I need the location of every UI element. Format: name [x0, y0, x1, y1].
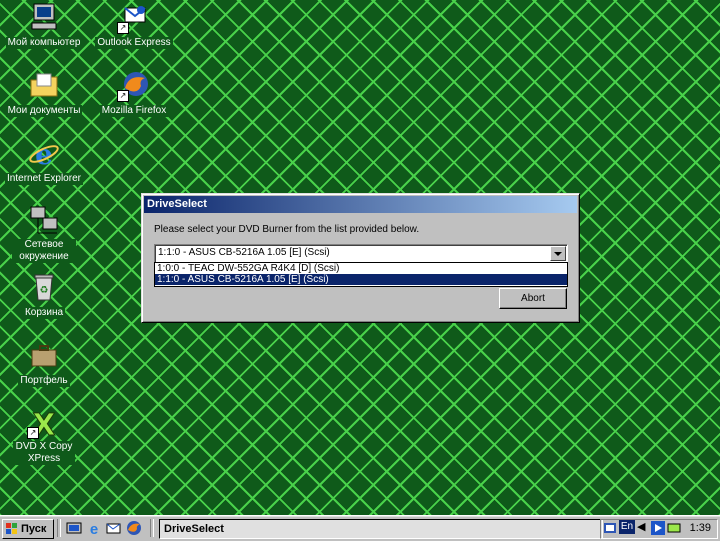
tray-app-icon[interactable]: [603, 521, 617, 535]
start-label: Пуск: [21, 523, 47, 535]
dialog-title: DriveSelect: [147, 198, 207, 210]
internet-explorer-icon[interactable]: e: [86, 520, 102, 536]
shortcut-arrow-icon: ↗: [117, 90, 129, 102]
desktop-icon-outlook-express[interactable]: ↗ Outlook Express: [90, 2, 178, 49]
firefox-icon: ↗: [117, 70, 151, 102]
chevron-down-icon: [554, 252, 562, 256]
desktop-icon-internet-explorer[interactable]: e Internet Explorer: [0, 138, 88, 185]
system-tray: En ◀ 1:39: [600, 519, 718, 539]
desktop-icon-network[interactable]: Сетевое окружение: [0, 205, 88, 263]
dvd-burner-dropdown-list: 1:0:0 - TEAC DW-552GA R4K4 [D] (Scsi) 1:…: [154, 262, 568, 287]
desktop-icon-my-computer[interactable]: Мой компьютер: [0, 2, 88, 49]
taskbar-separator: [57, 519, 61, 537]
firefox-icon[interactable]: [126, 520, 142, 536]
driveselect-dialog: DriveSelect Please select your DVD Burne…: [141, 193, 580, 323]
desktop-icon-dvd-x-copy[interactable]: X ↗ DVD X Copy XPress: [0, 407, 88, 465]
show-desktop-icon[interactable]: [66, 520, 82, 536]
dialog-prompt: Please select your DVD Burner from the l…: [154, 224, 420, 235]
svg-text:e: e: [90, 521, 98, 536]
my-documents-icon: [27, 70, 61, 102]
dropdown-option-teac[interactable]: 1:0:0 - TEAC DW-552GA R4K4 [D] (Scsi): [155, 263, 567, 274]
briefcase-icon: [27, 340, 61, 372]
media-player-icon[interactable]: [651, 521, 665, 535]
internet-explorer-icon: e: [27, 138, 61, 171]
desktop-icon-my-documents[interactable]: Мои документы: [0, 70, 88, 117]
shortcut-arrow-icon: ↗: [27, 427, 39, 439]
desktop-icon-firefox[interactable]: ↗ Mozilla Firefox: [90, 70, 178, 117]
network-icon: [27, 205, 61, 237]
my-computer-icon: [27, 2, 61, 34]
desktop-icon-recycle-bin[interactable]: ♻ Корзина: [0, 272, 88, 319]
taskbar: Пуск e DriveSelect En ◀ 1:39: [0, 515, 720, 541]
tray-network-icon[interactable]: [667, 521, 681, 535]
recycle-bin-icon: ♻: [27, 272, 61, 304]
dropdown-button[interactable]: [550, 246, 566, 261]
taskbar-button-driveselect[interactable]: DriveSelect: [159, 519, 603, 539]
svg-text:♻: ♻: [40, 285, 49, 296]
svg-text:e: e: [35, 138, 53, 170]
dvd-burner-selected-value: 1:1:0 - ASUS CB-5216A 1.05 [E] (Scsi): [158, 247, 330, 258]
windows-logo-icon: [6, 523, 17, 534]
dropdown-option-asus[interactable]: 1:1:0 - ASUS CB-5216A 1.05 [E] (Scsi): [155, 274, 567, 285]
language-indicator[interactable]: En: [619, 520, 635, 534]
clock[interactable]: 1:39: [690, 522, 711, 534]
desktop-icon-briefcase[interactable]: Портфель: [0, 340, 88, 387]
dvd-x-copy-icon: X ↗: [27, 407, 61, 444]
shortcut-arrow-icon: ↗: [117, 22, 129, 34]
taskbar-separator: [150, 519, 154, 537]
dvd-burner-select[interactable]: 1:1:0 - ASUS CB-5216A 1.05 [E] (Scsi): [154, 244, 568, 263]
abort-button[interactable]: Abort: [499, 288, 567, 309]
outlook-express-icon[interactable]: [106, 520, 122, 536]
start-button[interactable]: Пуск: [2, 519, 54, 539]
volume-icon[interactable]: ◀: [637, 520, 651, 534]
outlook-express-icon: ↗: [117, 2, 151, 34]
dialog-title-bar[interactable]: DriveSelect: [144, 196, 577, 213]
